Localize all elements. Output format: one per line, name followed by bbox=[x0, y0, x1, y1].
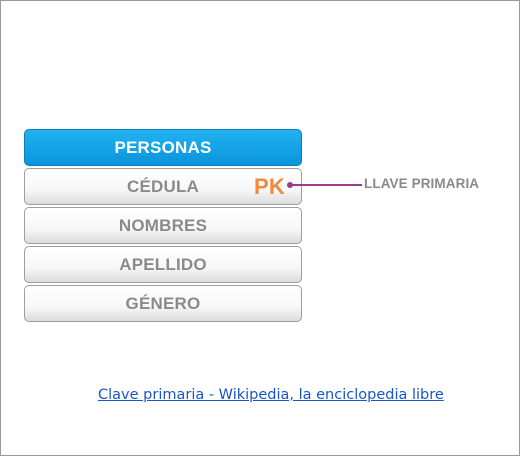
table-row-cedula: CÉDULA PK bbox=[24, 168, 302, 205]
entity-table-personas: PERSONAS CÉDULA PK NOMBRES APELLIDO GÉNE… bbox=[24, 129, 302, 322]
source-link[interactable]: Clave primaria - Wikipedia, la enciclope… bbox=[98, 387, 444, 403]
table-row-nombres: NOMBRES bbox=[24, 207, 302, 244]
field-label-nombres: NOMBRES bbox=[118, 215, 208, 235]
table-header: PERSONAS bbox=[24, 129, 302, 166]
primary-key-badge: PK bbox=[254, 173, 285, 199]
table-row-genero: GÉNERO bbox=[24, 285, 302, 322]
field-label-cedula: CÉDULA bbox=[126, 176, 200, 196]
primary-key-connector bbox=[287, 182, 362, 188]
table-row-apellido: APELLIDO bbox=[24, 246, 302, 283]
field-label-genero: GÉNERO bbox=[125, 293, 201, 313]
primary-key-annotation-label: LLAVE PRIMARIA bbox=[364, 176, 480, 191]
field-label-apellido: APELLIDO bbox=[119, 254, 207, 274]
